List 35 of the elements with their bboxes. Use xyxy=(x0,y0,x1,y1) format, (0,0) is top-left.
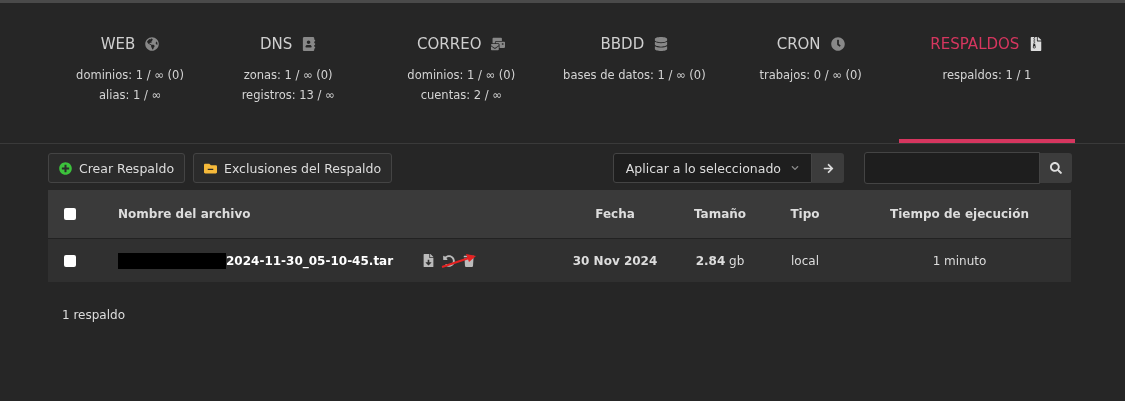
backup-count: 1 respaldo xyxy=(62,308,126,322)
size-cell: 2.84 gb xyxy=(695,253,745,268)
date-cell: 30 Nov 2024 xyxy=(572,253,658,268)
tab-label: RESPALDOS xyxy=(930,35,1020,53)
file-name: 2024-11-30_05-10-45.tar xyxy=(226,253,394,268)
quota-text: bases de datos: 1 / ∞ (0) xyxy=(563,67,706,84)
quota-text: registros: 13 / ∞ xyxy=(241,87,335,104)
nav-tab[interactable]: DNS zonas: 1 / ∞ (0) registros: 13 / ∞ xyxy=(200,3,377,143)
nav-tab[interactable]: WEB dominios: 1 / ∞ (0) alias: 1 / ∞ xyxy=(60,3,200,143)
duration-cell: 1 minuto xyxy=(932,253,987,268)
quota-text: zonas: 1 / ∞ (0) xyxy=(243,67,333,84)
type-cell: local xyxy=(791,253,819,268)
tab-label: CORREO xyxy=(417,35,482,53)
quota-text: dominios: 1 / ∞ (0) xyxy=(76,67,184,84)
nav-tab[interactable]: CORREO dominios: 1 / ∞ (0) cuentas: 2 / ∞ xyxy=(376,3,547,143)
quota-text: cuentas: 2 / ∞ xyxy=(420,87,502,104)
tab-label: BBDD xyxy=(600,35,645,53)
tab-label: WEB xyxy=(100,35,136,53)
create-backup-button[interactable]: Crear Respaldo xyxy=(48,153,186,183)
quota-text: alias: 1 / ∞ xyxy=(98,87,162,104)
quota-text: dominios: 1 / ∞ (0) xyxy=(407,67,516,84)
nav-tab[interactable]: BBDD bases de datos: 1 / ∞ (0) xyxy=(546,3,723,143)
column-header: Tamaño xyxy=(693,207,747,221)
nav-tab[interactable]: RESPALDOS respaldos: 1 / 1 xyxy=(898,3,1075,143)
column-header: Tiempo de ejecución xyxy=(890,207,1029,221)
bulk-action-select[interactable]: Aplicar a lo seleccionado xyxy=(612,153,812,183)
column-header: Nombre del archivo xyxy=(117,207,251,221)
column-header: Fecha xyxy=(595,207,635,221)
tab-label: CRON xyxy=(776,35,821,53)
quota-text: trabajos: 0 / ∞ (0) xyxy=(759,67,862,84)
exclusions-button[interactable]: Exclusiones del Respaldo xyxy=(193,153,393,183)
column-header: Tipo xyxy=(790,207,820,221)
tab-label: DNS xyxy=(259,35,293,53)
nav-tab[interactable]: CRON trabajos: 0 / ∞ (0) xyxy=(722,3,899,143)
quota-text: respaldos: 1 / 1 xyxy=(942,67,1032,84)
